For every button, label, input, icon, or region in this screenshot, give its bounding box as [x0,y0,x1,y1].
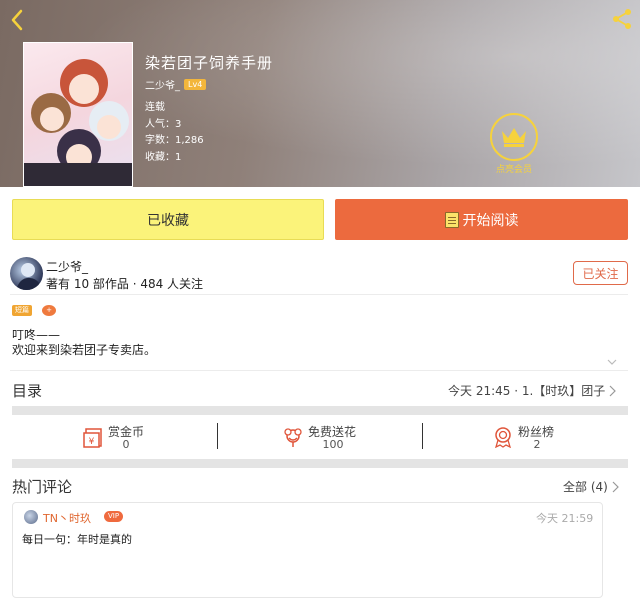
vip-badge: VIP [104,511,124,522]
start-reading-button[interactable]: 开始阅读 [335,199,628,240]
medal-icon [495,427,511,448]
reward-coins-button[interactable]: ¥ 赏金币 0 [82,423,222,453]
serial-status: 连载 [145,102,165,113]
stat-value: 2 [533,438,541,451]
author-name[interactable]: 二少爷_ [46,258,88,275]
fan-ranking-button[interactable]: 粉丝榜 2 [492,423,632,453]
book-title: 染若团子饲养手册 [145,54,274,72]
chevron-right-icon [609,385,617,396]
vertical-divider [217,423,218,449]
flower-icon [284,428,302,447]
back-arrow-icon[interactable] [6,8,30,32]
comment-card[interactable]: TN丶时玖 VIP 今天 21:59 每日一句：年时是真的 [12,502,603,598]
comment-time: 今天 21:59 [536,512,594,525]
word-count: 字数：1,286 [145,135,204,146]
gift-box-icon: ¥ [83,428,102,448]
chevron-right-icon [612,481,619,492]
header-author-name[interactable]: 二少爷_ [145,77,180,92]
add-tag-button[interactable]: + [42,305,56,316]
latest-chapter-text: 今天 21:45 · 1.【时玖】团子 [448,384,606,398]
book-cover[interactable] [23,42,133,187]
intro-line: 欢迎来到染若团子专卖店。 [12,343,157,357]
avatar-illustration [16,263,41,290]
section-separator [12,459,628,468]
stat-value: 100 [322,438,344,451]
book-icon [444,211,459,228]
book-detail-body: 已收藏 开始阅读 二少爷_ 著有 10 部作品 · 484 人关注 已关注 短篇… [0,187,640,598]
cover-illustration [24,59,132,186]
author-stats: 著有 10 部作品 · 484 人关注 [46,277,204,291]
favorited-button[interactable]: 已收藏 [12,199,324,240]
comment-text: 每日一句：年时是真的 [22,533,132,546]
vip-crown-button[interactable] [490,113,538,161]
start-reading-label: 开始阅读 [462,212,519,229]
share-icon[interactable] [611,8,633,30]
level-badge: Lv4 [184,79,207,90]
author-avatar[interactable] [10,257,43,290]
svg-text:¥: ¥ [89,437,95,447]
favorites-count: 收藏：1 [145,152,182,163]
divider [10,370,628,371]
hot-comments-label: 热门评论 [12,478,73,496]
followed-button[interactable]: 已关注 [573,261,628,285]
toc-label[interactable]: 目录 [12,380,42,401]
all-comments-link[interactable]: 全部 (4) [563,478,620,495]
stat-value: 0 [122,438,130,451]
divider [10,294,628,295]
vip-label[interactable]: 点亮会员 [486,162,542,175]
book-intro: 叮咚—— 欢迎来到染若团子专卖店。 [12,328,156,358]
header-author-row: 二少爷_ Lv4 [145,77,207,92]
popularity-count: 人气：3 [145,119,182,130]
chevron-down-icon[interactable] [607,357,617,367]
vertical-divider [422,423,423,449]
all-comments-text: 全部 (4) [563,480,608,494]
intro-line: 叮咚—— [12,328,61,342]
latest-chapter-link[interactable]: 今天 21:45 · 1.【时玖】团子 [448,382,617,399]
crown-icon [502,128,526,147]
book-header: 染若团子饲养手册 二少爷_ Lv4 连载 人气：3 字数：1,286 收藏：1 … [0,0,640,187]
tag-short-story[interactable]: 短篇 [12,305,32,316]
free-flowers-button[interactable]: 免费送花 100 [282,423,422,453]
section-separator [12,406,628,415]
commenter-avatar[interactable] [24,510,38,524]
commenter-name[interactable]: TN丶时玖 [43,510,91,526]
